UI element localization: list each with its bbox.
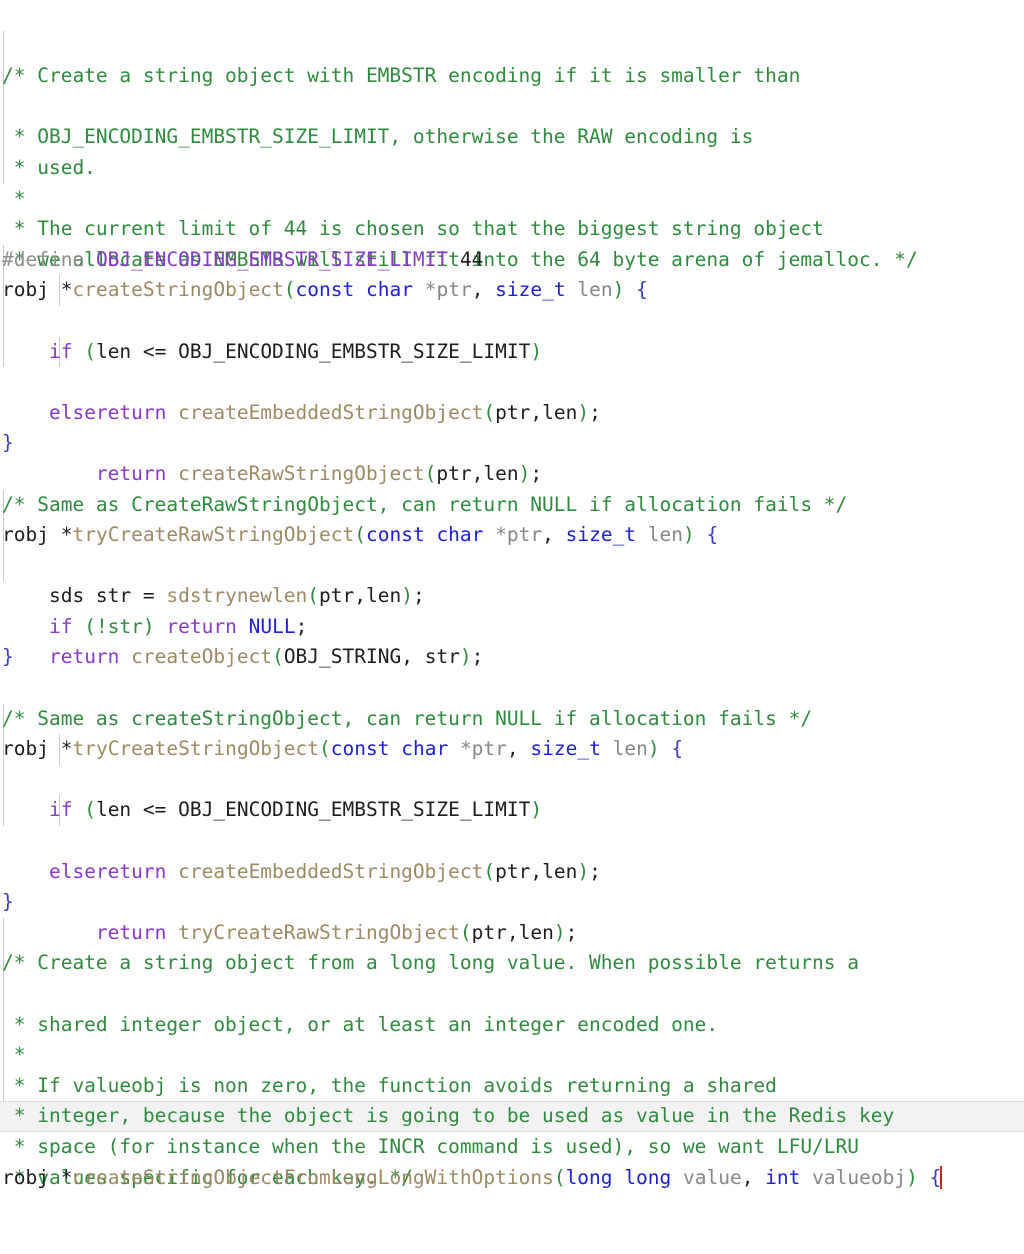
if-statement: if (!str) return NULL;: [48, 614, 308, 638]
code-line[interactable]: }: [0, 826, 1024, 913]
closing-brace: }: [2, 645, 14, 669]
comment-text: * The current limit of 44 is chosen so t…: [2, 217, 824, 241]
if-statement: if (len <= OBJ_ENCODING_EMBSTR_SIZE_LIMI…: [48, 798, 543, 822]
keyword-return: return: [95, 920, 167, 944]
code-line[interactable]: return createObject(OBJ_STRING, str);: [0, 550, 1024, 668]
return-statement: return createRawStringObject(ptr,len);: [95, 461, 543, 485]
code-line[interactable]: else: [0, 764, 1024, 883]
code-line[interactable]: robj *tryCreateStringObject(const char *…: [0, 673, 1024, 760]
keyword-else: else: [48, 859, 96, 883]
code-line[interactable]: *: [0, 91, 1024, 210]
code-editor[interactable]: /* Create a string object with EMBSTR en…: [0, 0, 1024, 1189]
function-signature: robj *createStringObjectFromLongLongWith…: [2, 1165, 943, 1189]
comment-text: * OBJ_ENCODING_EMBSTR_SIZE_LIMIT, otherw…: [2, 125, 754, 149]
else-statement: else: [0, 857, 1024, 888]
text-caret: [940, 1165, 943, 1189]
comment-text: * If valueobj is non zero, the function …: [2, 1073, 777, 1097]
function-signature: robj *tryCreateRawStringObject(const cha…: [2, 523, 719, 547]
comment-text: * integer, because the object is going t…: [2, 1104, 895, 1128]
macro-name: OBJ_ENCODING_EMBSTR_SIZE_LIMIT: [95, 247, 449, 271]
function-name: tryCreateRawStringObject: [72, 523, 355, 547]
preprocessor-directive: #define: [2, 247, 85, 271]
closing-brace: }: [2, 890, 14, 914]
indent-guide: [3, 305, 4, 337]
code-line[interactable]: * OBJ_ENCODING_EMBSTR_SIZE_LIMIT, otherw…: [0, 30, 1024, 148]
function-call: tryCreateRawStringObject: [178, 920, 460, 944]
keyword-return: return: [166, 614, 237, 638]
indent-guide: [3, 550, 4, 582]
function-call: sdstrynewlen: [166, 584, 308, 608]
keyword-if: if: [48, 339, 73, 363]
comment-text: * shared integer object, or at least an …: [2, 1012, 719, 1036]
function-name: createStringObjectFromLongLongWithOption…: [72, 1165, 554, 1189]
function-name: createStringObject: [72, 278, 284, 302]
comment-text: * space (for instance when the INCR comm…: [2, 1134, 860, 1158]
indent-guide: [3, 979, 4, 1010]
constant-null: NULL: [248, 614, 296, 638]
comment-text: *: [2, 186, 26, 210]
keyword-if: if: [48, 798, 73, 822]
function-name: tryCreateStringObject: [72, 737, 320, 761]
keyword-else: else: [48, 400, 96, 424]
if-statement: if (len <= OBJ_ENCODING_EMBSTR_SIZE_LIMI…: [48, 339, 543, 363]
indent-guide: [3, 764, 4, 796]
comment-text: /* Same as createStringObject, can retur…: [2, 706, 813, 730]
indent-guide: [3, 91, 4, 123]
function-call: createRawStringObject: [178, 461, 425, 485]
comment-text: *: [2, 1043, 26, 1067]
keyword-if: if: [48, 614, 73, 638]
indent-guide: [3, 30, 4, 62]
define-line: #define OBJ_ENCODING_EMBSTR_SIZE_LIMIT 4…: [0, 245, 1024, 276]
code-line[interactable]: else: [0, 305, 1024, 424]
macro-value: 44: [459, 247, 484, 271]
return-statement: return tryCreateRawStringObject(ptr,len)…: [95, 920, 578, 944]
comment-text: /* Create a string object from a long lo…: [2, 951, 860, 975]
code-line[interactable]: }: [0, 367, 1024, 454]
else-statement: else: [0, 398, 1024, 429]
closing-brace: }: [2, 431, 14, 455]
code-line[interactable]: * If valueobj is non zero, the function …: [0, 979, 1024, 1097]
code-line[interactable]: /* Create a string object with EMBSTR en…: [0, 0, 1024, 87]
comment-text: /* Same as CreateRawStringObject, can re…: [2, 492, 848, 516]
function-signature: robj *tryCreateStringObject(const char *…: [2, 737, 684, 761]
declaration-statement: sds str = sdstrynewlen(ptr,len);: [48, 584, 425, 608]
function-signature: robj *createStringObject(const char *ptr…: [2, 278, 648, 302]
keyword-return: return: [95, 461, 167, 485]
comment-text: /* Create a string object with EMBSTR en…: [2, 64, 801, 88]
comment-text: * used.: [2, 155, 96, 179]
